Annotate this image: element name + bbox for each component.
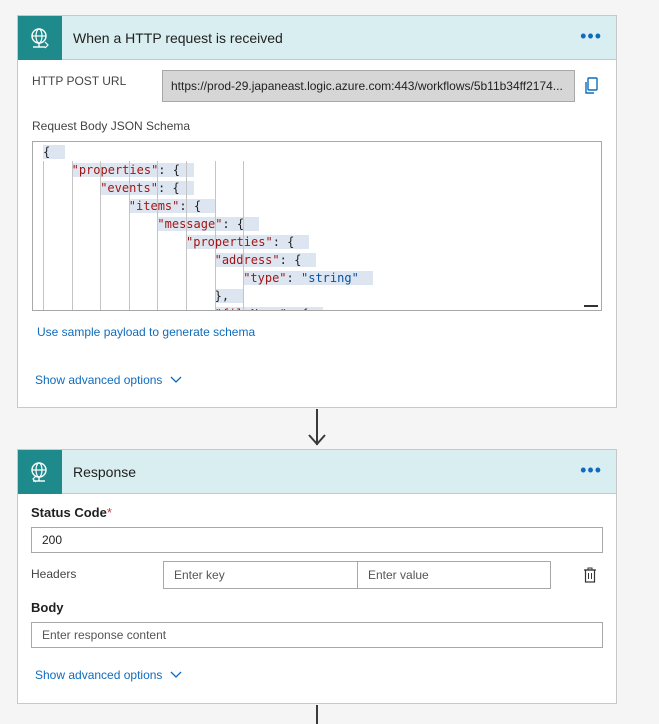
response-card: Response ••• Status Code* 200 Headers En… bbox=[17, 449, 617, 704]
status-code-input[interactable]: 200 bbox=[31, 527, 603, 553]
json-line: { bbox=[43, 143, 65, 161]
json-line: "fileName": { bbox=[214, 305, 323, 310]
json-line: }, bbox=[214, 287, 244, 305]
json-token: "string" bbox=[301, 271, 359, 285]
body-input[interactable]: Enter response content bbox=[31, 622, 603, 648]
editor-scrollbar[interactable] bbox=[584, 305, 598, 307]
json-line-content: "events": { bbox=[100, 181, 195, 195]
indent-guide bbox=[157, 161, 159, 310]
http-request-globe-icon bbox=[18, 15, 62, 60]
indent-guide bbox=[128, 161, 130, 310]
json-line-content: "properties": { bbox=[186, 235, 309, 249]
status-code-label: Status Code* bbox=[31, 505, 112, 520]
show-advanced-options-label: Show advanced options bbox=[35, 668, 163, 682]
indent-guide bbox=[214, 161, 216, 310]
json-line: "type": "string" bbox=[243, 269, 374, 287]
json-schema-editor[interactable]: "fileName": { }, "type": "string" "addre… bbox=[32, 141, 602, 311]
json-token: : { bbox=[157, 181, 180, 195]
json-line: "items": { bbox=[128, 197, 216, 215]
indent-guide bbox=[43, 161, 44, 310]
http-post-url-field[interactable]: https://prod-29.japaneast.logic.azure.co… bbox=[162, 70, 575, 102]
status-code-label-text: Status Code bbox=[31, 505, 107, 520]
json-token: "properties" bbox=[186, 235, 273, 249]
json-line-content: "items": { bbox=[128, 199, 216, 213]
json-line: "address": { bbox=[214, 251, 316, 269]
json-token: { bbox=[43, 145, 51, 159]
chevron-down-icon bbox=[170, 376, 182, 383]
indent-guide bbox=[186, 161, 187, 310]
http-post-url-label: HTTP POST URL bbox=[32, 74, 127, 88]
json-token: : { bbox=[222, 217, 245, 231]
response-title: Response bbox=[73, 463, 137, 480]
json-line: "properties": { bbox=[71, 161, 195, 179]
flow-arrow-icon bbox=[308, 434, 326, 446]
json-line-content: "fileName": { bbox=[214, 307, 323, 310]
required-marker: * bbox=[106, 505, 112, 520]
json-token: : { bbox=[279, 253, 302, 267]
copy-icon[interactable] bbox=[583, 77, 599, 100]
json-line-content: "type": "string" bbox=[243, 271, 374, 285]
trigger-card-header[interactable]: When a HTTP request is received ••• bbox=[18, 15, 616, 60]
indent-guide bbox=[71, 161, 73, 310]
trigger-title: When a HTTP request is received bbox=[73, 29, 283, 46]
show-advanced-options-label: Show advanced options bbox=[35, 373, 163, 387]
json-token: "items" bbox=[128, 199, 180, 213]
json-token: : { bbox=[287, 307, 309, 310]
more-options-icon[interactable]: ••• bbox=[580, 461, 602, 479]
json-line: "properties": { bbox=[186, 233, 309, 251]
delete-icon[interactable] bbox=[583, 567, 597, 588]
json-token: }, bbox=[214, 289, 230, 303]
chevron-down-icon bbox=[170, 671, 182, 678]
json-token: "properties" bbox=[71, 163, 159, 177]
json-token: "fileName" bbox=[215, 307, 287, 310]
json-line-content: "address": { bbox=[214, 253, 316, 267]
indent-guide bbox=[100, 161, 102, 310]
json-line-content: }, bbox=[214, 289, 244, 303]
sample-payload-link[interactable]: Use sample payload to generate schema bbox=[37, 325, 255, 339]
json-token: "address" bbox=[214, 253, 280, 267]
json-token: : { bbox=[158, 163, 180, 177]
trigger-card: When a HTTP request is received ••• HTTP… bbox=[17, 15, 617, 408]
json-token: : bbox=[286, 271, 301, 285]
request-body-schema-label: Request Body JSON Schema bbox=[32, 119, 191, 133]
json-line: "events": { bbox=[100, 179, 195, 197]
json-token: : { bbox=[272, 235, 295, 249]
flow-connector-bottom bbox=[316, 705, 318, 724]
json-token: "type" bbox=[243, 271, 287, 285]
json-line-content: { bbox=[43, 145, 65, 159]
show-advanced-options-trigger[interactable]: Show advanced options bbox=[35, 373, 182, 387]
more-options-icon[interactable]: ••• bbox=[580, 27, 602, 45]
header-key-input[interactable]: Enter key bbox=[163, 561, 358, 589]
response-card-header[interactable]: Response ••• bbox=[18, 449, 616, 494]
http-response-globe-icon bbox=[18, 449, 62, 494]
body-label: Body bbox=[31, 600, 64, 615]
indent-guide bbox=[243, 161, 245, 310]
json-token: : { bbox=[179, 199, 202, 213]
json-line-content: "properties": { bbox=[71, 163, 195, 177]
header-value-input[interactable]: Enter value bbox=[357, 561, 551, 589]
json-token: "message" bbox=[157, 217, 223, 231]
headers-label: Headers bbox=[31, 567, 77, 581]
show-advanced-options-response[interactable]: Show advanced options bbox=[35, 668, 182, 682]
